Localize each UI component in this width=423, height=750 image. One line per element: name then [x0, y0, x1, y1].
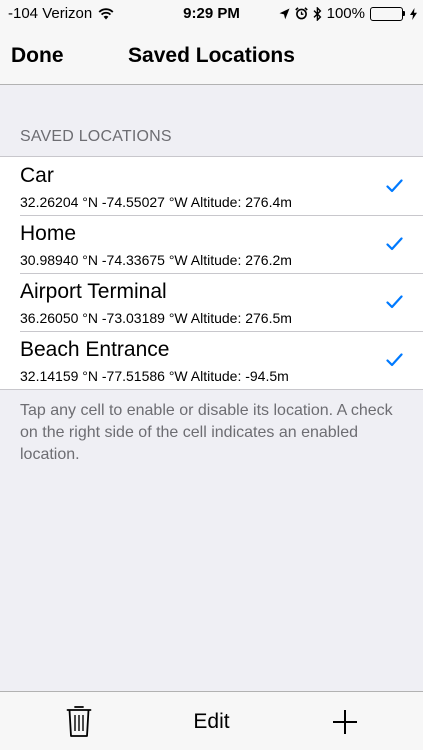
checkmark-icon — [386, 295, 403, 314]
section-header: SAVED LOCATIONS — [20, 128, 172, 145]
location-coords: 32.26204 °N -74.55027 °W Altitude: 276.4… — [20, 194, 292, 210]
battery-icon — [370, 6, 405, 21]
alarm-icon — [294, 7, 308, 20]
plus-icon[interactable] — [332, 709, 358, 740]
page-title: Saved Locations — [128, 44, 295, 67]
location-coords: 32.14159 °N -77.51586 °W Altitude: -94.5… — [20, 368, 289, 384]
navigation-bar: Done Saved Locations — [0, 28, 423, 84]
checkmark-icon — [386, 179, 403, 198]
section-footer: Tap any cell to enable or disable its lo… — [20, 402, 393, 463]
top-bar: -104 Verizon 9:29 PM 100% Done Saved Loc… — [0, 0, 423, 85]
location-coords: 30.98940 °N -74.33675 °W Altitude: 276.2… — [20, 252, 292, 268]
locations-table: Car 32.26204 °N -74.55027 °W Altitude: 2… — [0, 156, 423, 390]
status-bar: -104 Verizon 9:29 PM 100% — [0, 0, 423, 28]
location-cell-beach-entrance[interactable]: Beach Entrance 32.14159 °N -77.51586 °W … — [0, 331, 423, 389]
location-name: Car — [20, 164, 54, 187]
bottom-toolbar: Edit — [0, 691, 423, 750]
location-name: Beach Entrance — [20, 338, 170, 361]
location-arrow-icon — [279, 8, 290, 20]
status-right: 100% — [279, 5, 417, 22]
location-cell-car[interactable]: Car 32.26204 °N -74.55027 °W Altitude: 2… — [0, 157, 423, 215]
bluetooth-icon — [313, 6, 322, 21]
checkmark-icon — [386, 237, 403, 256]
location-name: Home — [20, 222, 77, 245]
checkmark-icon — [386, 353, 403, 372]
location-cell-home[interactable]: Home 30.98940 °N -74.33675 °W Altitude: … — [0, 215, 423, 273]
edit-button[interactable]: Edit — [0, 710, 423, 734]
location-coords: 36.26050 °N -73.03189 °W Altitude: 276.5… — [20, 310, 292, 326]
charging-bolt-icon — [410, 7, 417, 20]
location-cell-airport-terminal[interactable]: Airport Terminal 36.26050 °N -73.03189 °… — [0, 273, 423, 331]
location-name: Airport Terminal — [20, 280, 167, 303]
battery-percent: 100% — [326, 5, 365, 22]
